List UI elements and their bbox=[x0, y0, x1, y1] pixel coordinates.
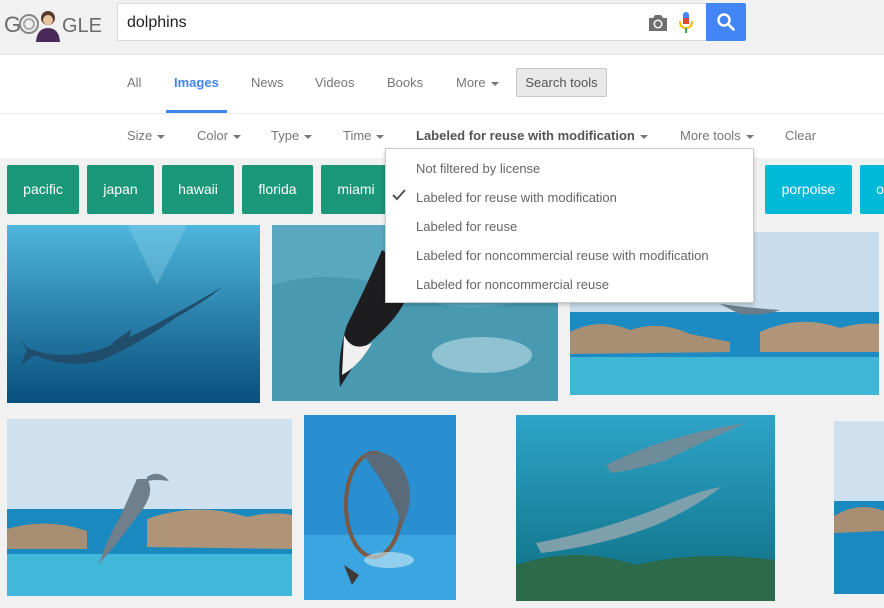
camera-icon[interactable] bbox=[647, 13, 669, 33]
menu-item-reuse-with-modification[interactable]: Labeled for reuse with modification bbox=[416, 190, 617, 205]
related-chip-pacific[interactable]: pacific bbox=[7, 165, 79, 214]
related-chip-japan[interactable]: japan bbox=[87, 165, 154, 214]
caret-down-icon bbox=[490, 81, 499, 86]
active-tab-indicator bbox=[166, 110, 227, 113]
tool-usage-rights[interactable]: Labeled for reuse with modification bbox=[416, 128, 648, 143]
tool-more-tools-label: More tools bbox=[680, 128, 741, 143]
search-input[interactable] bbox=[127, 12, 607, 34]
search-tabs: All Images News Videos Books More Search… bbox=[0, 55, 884, 114]
related-chip-miami[interactable]: miami bbox=[321, 165, 391, 214]
tool-time-label: Time bbox=[343, 128, 372, 143]
search-button[interactable] bbox=[706, 3, 746, 41]
tool-usage-rights-label: Labeled for reuse with modification bbox=[416, 128, 635, 143]
logo-letter-g: G bbox=[4, 12, 21, 37]
related-chip-hawaii[interactable]: hawaii bbox=[162, 165, 234, 214]
search-box[interactable] bbox=[117, 3, 706, 41]
tool-type-label: Type bbox=[271, 128, 300, 143]
menu-item-not-filtered[interactable]: Not filtered by license bbox=[416, 161, 540, 176]
tab-videos[interactable]: Videos bbox=[315, 75, 355, 90]
google-doodle-logo[interactable]: G GLE bbox=[4, 6, 104, 42]
tool-time[interactable]: Time bbox=[343, 128, 385, 143]
tool-color[interactable]: Color bbox=[197, 128, 242, 143]
related-chip-partial[interactable]: o bbox=[860, 165, 884, 214]
tool-clear[interactable]: Clear bbox=[785, 128, 816, 143]
tool-size[interactable]: Size bbox=[127, 128, 166, 143]
tab-more-label: More bbox=[456, 75, 486, 90]
related-chip-porpoise[interactable]: porpoise bbox=[765, 165, 852, 214]
search-icon bbox=[717, 13, 735, 31]
image-result[interactable] bbox=[834, 421, 884, 594]
tab-books[interactable]: Books bbox=[387, 75, 423, 90]
caret-down-icon bbox=[745, 134, 754, 139]
caret-down-icon bbox=[157, 134, 166, 139]
tab-all[interactable]: All bbox=[127, 75, 141, 90]
search-tools-button[interactable]: Search tools bbox=[516, 68, 607, 97]
checkmark-icon bbox=[392, 188, 406, 206]
header: G GLE bbox=[0, 0, 884, 55]
related-chip-florida[interactable]: florida bbox=[242, 165, 313, 214]
tool-color-label: Color bbox=[197, 128, 229, 143]
caret-down-icon bbox=[376, 134, 385, 139]
menu-item-reuse[interactable]: Labeled for reuse bbox=[416, 219, 517, 234]
logo-letters-gle: GLE bbox=[62, 15, 102, 37]
tool-type[interactable]: Type bbox=[271, 128, 313, 143]
tool-more-tools[interactable]: More tools bbox=[680, 128, 754, 143]
microphone-icon[interactable] bbox=[679, 11, 693, 35]
caret-down-icon bbox=[639, 134, 648, 139]
image-result[interactable] bbox=[7, 225, 260, 403]
tab-images[interactable]: Images bbox=[174, 75, 219, 90]
image-result[interactable] bbox=[516, 415, 775, 601]
caret-down-icon bbox=[233, 134, 242, 139]
menu-item-noncommercial-reuse[interactable]: Labeled for noncommercial reuse bbox=[416, 277, 609, 292]
tool-size-label: Size bbox=[127, 128, 153, 143]
tab-news[interactable]: News bbox=[251, 75, 284, 90]
tab-more[interactable]: More bbox=[456, 75, 499, 90]
menu-item-noncommercial-reuse-with-modification[interactable]: Labeled for noncommercial reuse with mod… bbox=[416, 248, 709, 263]
image-result[interactable] bbox=[304, 415, 456, 600]
image-result[interactable] bbox=[7, 419, 292, 596]
usage-rights-menu: Not filtered by license Labeled for reus… bbox=[385, 148, 754, 303]
caret-down-icon bbox=[304, 134, 313, 139]
